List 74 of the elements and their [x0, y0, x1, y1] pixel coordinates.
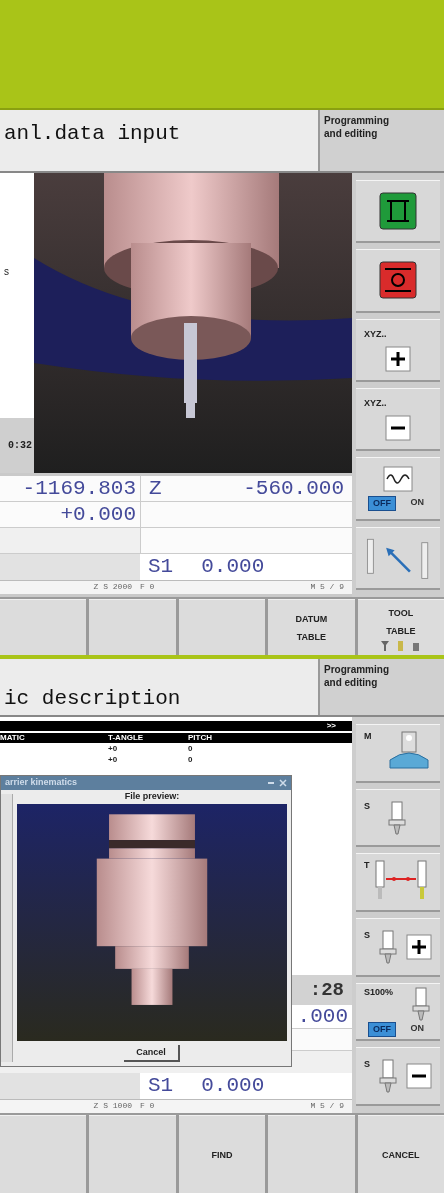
- side-softkey[interactable]: [356, 249, 440, 313]
- minus-icon: [385, 414, 411, 441]
- toggle-option[interactable]: OFF: [368, 1021, 396, 1038]
- side-softkey[interactable]: XYZ..: [356, 318, 440, 382]
- status-value: Z S 2000: [92, 581, 133, 593]
- status-value: M 5 / 9: [309, 581, 345, 593]
- softkey[interactable]: TOOL TABLE: [357, 599, 444, 655]
- key-label: XYZ..: [364, 397, 387, 411]
- key-label: S100%: [364, 985, 394, 999]
- column-header: MATIC: [0, 733, 26, 743]
- softkey[interactable]: FIND: [178, 1115, 266, 1193]
- toggle-option[interactable]: ON: [406, 1021, 428, 1038]
- position-value: +0.000: [59, 502, 137, 527]
- position-value: .000: [297, 1003, 348, 1030]
- key-label: M: [364, 729, 372, 743]
- cancel-button[interactable]: Cancel: [124, 1044, 180, 1062]
- position-value: -1169.803: [21, 476, 137, 501]
- softkey[interactable]: CANCEL: [357, 1115, 444, 1193]
- tool-holder-icon: [377, 1058, 399, 1095]
- panel-text: s: [4, 266, 9, 277]
- mode-label: Programming and editing: [324, 114, 390, 140]
- preview-label: File preview:: [123, 790, 181, 803]
- tool-holder-icon: [386, 799, 408, 836]
- position-value: -560.000: [243, 476, 344, 501]
- column-header: PITCH: [188, 733, 213, 743]
- table-cell-text: 0: [188, 743, 194, 754]
- side-softkey[interactable]: S: [356, 788, 440, 848]
- table-cell-text: +0: [108, 754, 119, 765]
- tool-holder-icon: [377, 928, 399, 965]
- toggle-option[interactable]: OFF: [368, 495, 396, 512]
- softkey[interactable]: [178, 599, 266, 655]
- side-softkey[interactable]: M: [356, 724, 440, 783]
- status-value: Z S 1000: [92, 1100, 133, 1112]
- status-value: M 5 / 9: [309, 1100, 345, 1112]
- toggle-option[interactable]: ON: [406, 495, 428, 512]
- key-label: T: [364, 859, 370, 873]
- axis-label: Z: [149, 476, 162, 501]
- spindle-label: S1: [148, 554, 174, 580]
- clock-text: 0:32: [8, 439, 32, 453]
- close-icon[interactable]: [279, 779, 287, 787]
- table-cell-text: +0: [108, 743, 119, 754]
- side-softkey[interactable]: [356, 180, 440, 244]
- spindle-label: S1: [148, 1073, 174, 1099]
- key-label: S: [364, 928, 370, 942]
- spindle-value: 0.000: [201, 1073, 265, 1099]
- status-value: F 0: [140, 581, 156, 593]
- key-label: S: [364, 799, 370, 813]
- clock-text: :28: [309, 977, 344, 1003]
- side-softkey[interactable]: XYZ..: [356, 388, 440, 452]
- square-arrows-icon: [379, 192, 417, 231]
- wave-icon: [383, 465, 413, 492]
- side-softkey[interactable]: OFF ON: [356, 457, 440, 521]
- side-softkey[interactable]: S100% OFF ON: [356, 982, 440, 1042]
- side-softkey[interactable]: S: [356, 918, 440, 977]
- window-title: anl.data input: [4, 121, 181, 147]
- column-header: T-ANGLE: [108, 733, 145, 743]
- status-value: F 0: [140, 1100, 156, 1112]
- spindle-value: 0.000: [201, 554, 265, 580]
- plus-icon: [406, 933, 432, 960]
- tool-holder-icon: [410, 985, 432, 1022]
- scrollbar[interactable]: [1, 794, 13, 1062]
- key-label: XYZ..: [364, 328, 387, 342]
- side-softkey[interactable]: S: [356, 1047, 440, 1107]
- key-label: S: [364, 1058, 370, 1072]
- side-softkey[interactable]: T: [356, 853, 440, 912]
- plus-icon: [385, 345, 411, 372]
- dialog-title: arrier kinematics: [5, 776, 78, 790]
- softkey[interactable]: DATUM TABLE: [268, 599, 355, 655]
- minimize-icon[interactable]: [267, 779, 275, 787]
- window-title: ic description: [4, 686, 181, 712]
- table-cell-text: 0: [188, 754, 194, 765]
- mode-label: Programming and editing: [324, 663, 390, 689]
- more-indicator[interactable]: >>: [326, 721, 336, 731]
- minus-icon: [406, 1063, 432, 1090]
